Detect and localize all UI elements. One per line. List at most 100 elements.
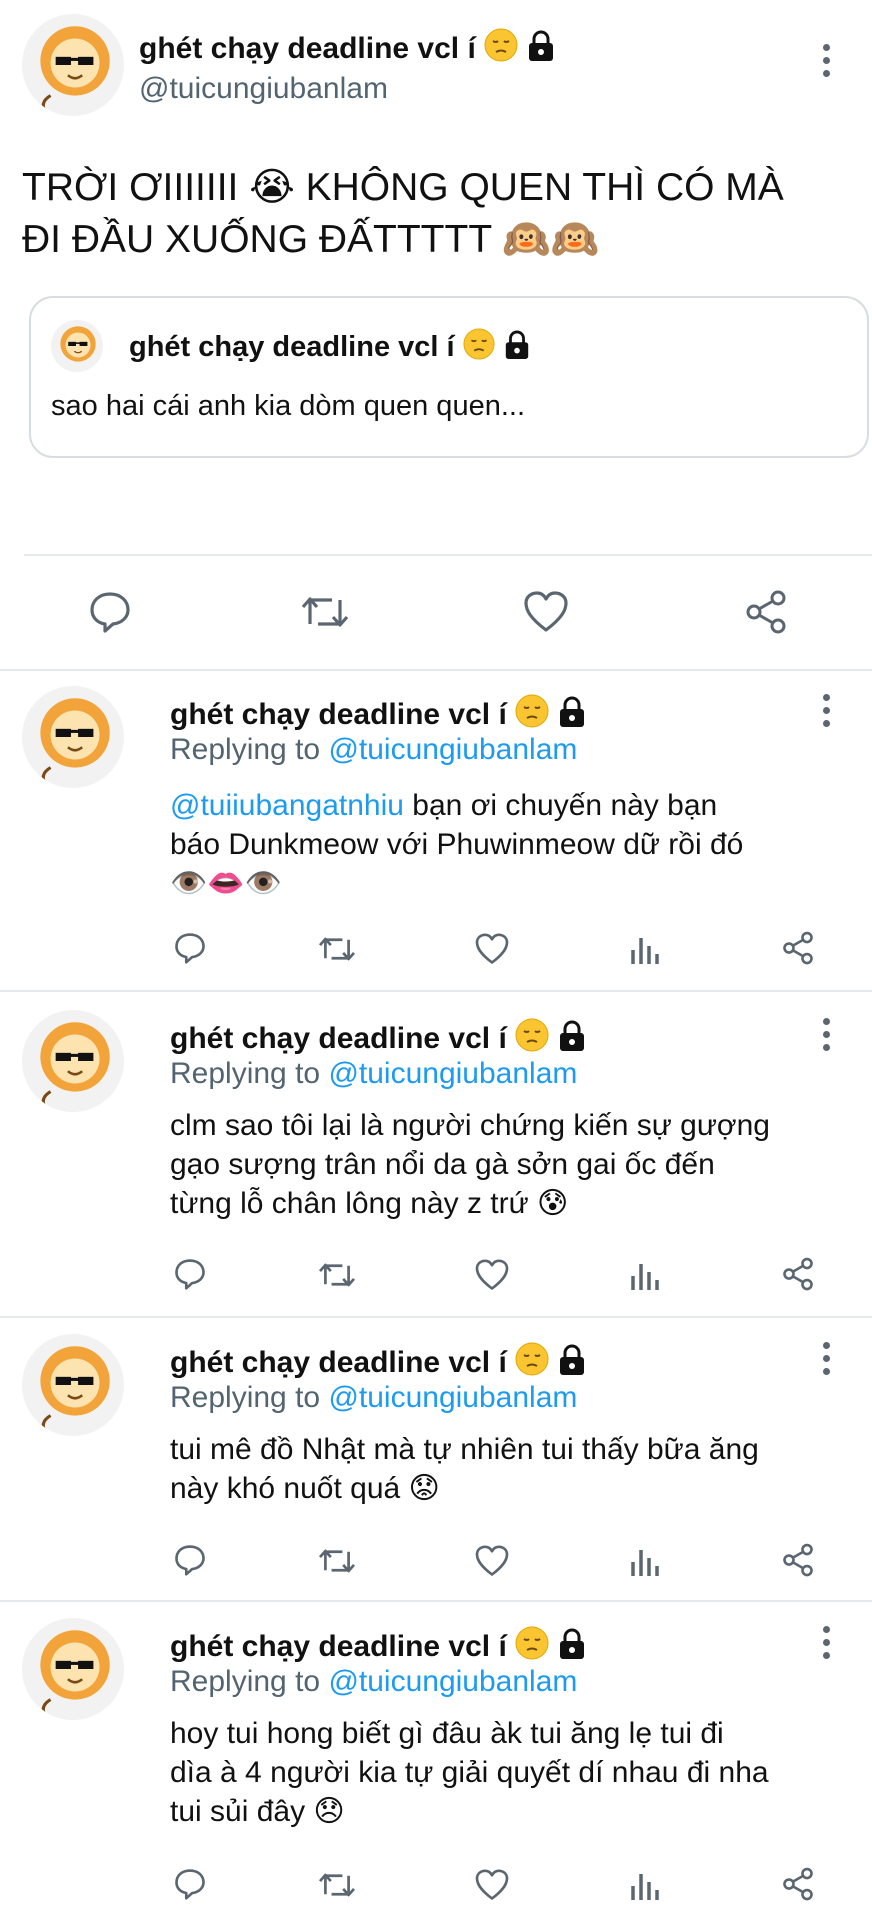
lion-avatar-icon: [22, 14, 124, 116]
reply-icon[interactable]: [172, 1256, 208, 1292]
quoted-tweet-card[interactable]: ghét chạy deadline vcl í sao hai cái anh…: [29, 296, 869, 458]
tweet-text-line: clm sao tôi lại là người chứng kiến sự g…: [170, 1109, 770, 1142]
divider: [0, 1600, 872, 1602]
like-icon[interactable]: [474, 1868, 510, 1902]
tweet-text: TRỜI ƠIIIIIII 😭 KHÔNG QUEN THÌ CÓ MÀ ĐI …: [22, 162, 784, 266]
retweet-icon[interactable]: [316, 1868, 358, 1902]
like-icon[interactable]: [474, 932, 510, 966]
retweet-icon[interactable]: [298, 590, 352, 634]
divider: [0, 669, 872, 671]
replying-to: Replying to @tuicungiubanlam: [170, 733, 577, 767]
replying-to: Replying to @tuicungiubanlam: [170, 1381, 577, 1415]
lock-icon: [526, 30, 556, 62]
share-icon[interactable]: [742, 588, 790, 636]
tweet-text-segment: bạn ơi chuyến này bạn: [403, 789, 718, 822]
divider: [0, 990, 872, 992]
reply-icon[interactable]: [86, 588, 134, 636]
lock-icon: [503, 330, 531, 360]
pensive-face-icon: [515, 694, 549, 728]
author-name-text: ghét chạy deadline vcl í: [139, 32, 476, 65]
replying-label: Replying to: [170, 733, 321, 766]
replying-to: Replying to @tuicungiubanlam: [170, 1057, 577, 1091]
replying-label: Replying to: [170, 1057, 321, 1090]
tweet-text-line: báo Dunkmeow với Phuwinmeow dữ rồi đó: [170, 828, 744, 861]
quoted-text: sao hai cái anh kia dòm quen quen...: [51, 390, 525, 422]
author-name[interactable]: ghét chạy deadline vcl í: [170, 1342, 587, 1380]
quoted-author-name-text: ghét chạy deadline vcl í: [129, 331, 455, 363]
analytics-icon[interactable]: [628, 1544, 662, 1578]
replying-to: Replying to @tuicungiubanlam: [170, 1665, 577, 1699]
tweet-text: @tuiiubangatnhiu bạn ơi chuyến này bạn b…: [170, 786, 743, 903]
tweet-text-line: dìa à 4 người kia tự giải quyết dí nhau …: [170, 1756, 769, 1789]
author-name[interactable]: ghét chạy deadline vcl í: [170, 1626, 587, 1664]
reply-icon[interactable]: [172, 1866, 208, 1902]
author-name-text: ghét chạy deadline vcl í: [170, 1022, 507, 1055]
retweet-icon[interactable]: [316, 932, 358, 966]
more-options-icon[interactable]: [821, 694, 831, 727]
lion-avatar-icon: [51, 320, 103, 372]
tweet-text: tui mê đồ Nhật mà tự nhiên tui thấy bữa …: [170, 1430, 759, 1508]
lock-icon: [557, 1344, 587, 1376]
avatar[interactable]: [22, 14, 124, 116]
avatar[interactable]: [22, 1334, 124, 1436]
lion-avatar-icon: [22, 1010, 124, 1112]
tweet-text-line: @tuiiubangatnhiu bạn ơi chuyến này bạn: [170, 786, 743, 825]
divider: [24, 554, 872, 556]
lion-avatar-icon: [22, 1618, 124, 1720]
share-icon[interactable]: [780, 930, 816, 966]
like-icon[interactable]: [474, 1544, 510, 1578]
pensive-face-icon: [515, 1342, 549, 1376]
avatar[interactable]: [22, 1618, 124, 1720]
retweet-icon[interactable]: [316, 1258, 358, 1292]
divider: [0, 1316, 872, 1318]
author-name[interactable]: ghét chạy deadline vcl í: [139, 28, 556, 66]
share-icon[interactable]: [780, 1256, 816, 1292]
tweet-text-line: gạo sượng trân nổi da gà sởn gai ốc đến: [170, 1148, 715, 1181]
lock-icon: [557, 696, 587, 728]
share-icon[interactable]: [780, 1866, 816, 1902]
lion-avatar-icon: [22, 1334, 124, 1436]
analytics-icon[interactable]: [628, 932, 662, 966]
replying-to-link[interactable]: @tuicungiubanlam: [328, 1665, 577, 1698]
tweet-text-line: này khó nuốt quá 😟: [170, 1472, 440, 1505]
lion-avatar-icon: [22, 686, 124, 788]
replying-label: Replying to: [170, 1665, 321, 1698]
replying-to-link[interactable]: @tuicungiubanlam: [328, 733, 577, 766]
replying-to-link[interactable]: @tuicungiubanlam: [328, 1057, 577, 1090]
more-options-icon[interactable]: [821, 1018, 831, 1051]
pensive-face-icon: [463, 328, 495, 360]
more-options-icon[interactable]: [821, 1626, 831, 1659]
reply-icon[interactable]: [172, 930, 208, 966]
like-icon[interactable]: [522, 590, 570, 634]
avatar[interactable]: [22, 1010, 124, 1112]
lock-icon: [557, 1628, 587, 1660]
like-icon[interactable]: [474, 1258, 510, 1292]
retweet-icon[interactable]: [316, 1544, 358, 1578]
pensive-face-icon: [515, 1018, 549, 1052]
tweet-text-line: TRỜI ƠIIIIIII 😭 KHÔNG QUEN THÌ CÓ MÀ: [22, 166, 784, 209]
reply-icon[interactable]: [172, 1542, 208, 1578]
mention-link[interactable]: @tuiiubangatnhiu: [170, 789, 404, 822]
author-handle[interactable]: @tuicungiubanlam: [139, 72, 388, 106]
quoted-author-name: ghét chạy deadline vcl í: [129, 328, 531, 364]
tweet-text-line: tui sủi đây 😞: [170, 1795, 345, 1828]
more-options-icon[interactable]: [821, 44, 831, 77]
more-options-icon[interactable]: [821, 1342, 831, 1375]
avatar[interactable]: [22, 686, 124, 788]
tweet-text-line: ĐI ĐẦU XUỐNG ĐẤTTTTT 🙉🙉: [22, 218, 600, 261]
tweet-text: clm sao tôi lại là người chứng kiến sự g…: [170, 1106, 770, 1223]
share-icon[interactable]: [780, 1542, 816, 1578]
analytics-icon[interactable]: [628, 1868, 662, 1902]
analytics-icon[interactable]: [628, 1258, 662, 1292]
pensive-face-icon: [484, 28, 518, 62]
replying-to-link[interactable]: @tuicungiubanlam: [328, 1381, 577, 1414]
tweet-text-line: hoy tui hong biết gì đâu àk tui ăng lẹ t…: [170, 1717, 724, 1750]
author-name[interactable]: ghét chạy deadline vcl í: [170, 1018, 587, 1056]
replying-label: Replying to: [170, 1381, 321, 1414]
author-name[interactable]: ghét chạy deadline vcl í: [170, 694, 587, 732]
tweet-text-line: 👁️👄👁️: [170, 867, 283, 900]
tweet-text: hoy tui hong biết gì đâu àk tui ăng lẹ t…: [170, 1714, 769, 1831]
pensive-face-icon: [515, 1626, 549, 1660]
author-name-text: ghét chạy deadline vcl í: [170, 1630, 507, 1663]
author-name-text: ghét chạy deadline vcl í: [170, 1346, 507, 1379]
